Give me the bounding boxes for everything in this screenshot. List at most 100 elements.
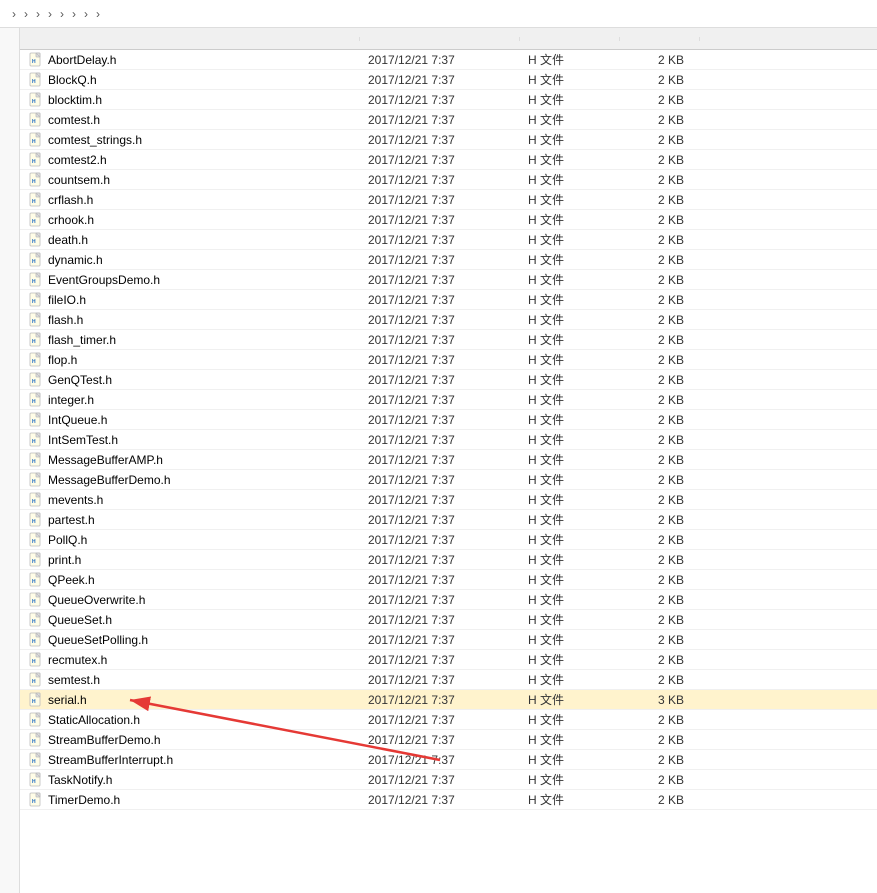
table-row[interactable]: H blocktim.h 2017/12/21 7:37 H 文件 2 KB <box>20 90 877 110</box>
h-file-icon: H <box>28 52 44 68</box>
cell-size: 2 KB <box>620 233 700 247</box>
table-row[interactable]: H countsem.h 2017/12/21 7:37 H 文件 2 KB <box>20 170 877 190</box>
table-row[interactable]: H dynamic.h 2017/12/21 7:37 H 文件 2 KB <box>20 250 877 270</box>
h-file-icon: H <box>28 492 44 508</box>
table-row[interactable]: H MessageBufferDemo.h 2017/12/21 7:37 H … <box>20 470 877 490</box>
cell-type: H 文件 <box>520 751 620 768</box>
cell-size: 2 KB <box>620 433 700 447</box>
svg-text:H: H <box>32 599 36 605</box>
side-icon-1[interactable] <box>6 88 14 174</box>
cell-size: 2 KB <box>620 593 700 607</box>
cell-name: H crhook.h <box>20 212 360 228</box>
file-name: partest.h <box>48 513 95 527</box>
cell-date: 2017/12/21 7:37 <box>360 793 520 807</box>
table-row[interactable]: H print.h 2017/12/21 7:37 H 文件 2 KB <box>20 550 877 570</box>
svg-text:H: H <box>32 499 36 505</box>
cell-name: H QPeek.h <box>20 572 360 588</box>
table-row[interactable]: H comtest.h 2017/12/21 7:37 H 文件 2 KB <box>20 110 877 130</box>
cell-type: H 文件 <box>520 211 620 228</box>
table-row[interactable]: H integer.h 2017/12/21 7:37 H 文件 2 KB <box>20 390 877 410</box>
cell-type: H 文件 <box>520 131 620 148</box>
table-row[interactable]: H fileIO.h 2017/12/21 7:37 H 文件 2 KB <box>20 290 877 310</box>
svg-text:H: H <box>32 379 36 385</box>
cell-type: H 文件 <box>520 771 620 788</box>
table-row[interactable]: H flop.h 2017/12/21 7:37 H 文件 2 KB <box>20 350 877 370</box>
cell-date: 2017/12/21 7:37 <box>360 693 520 707</box>
h-file-icon: H <box>28 752 44 768</box>
svg-text:H: H <box>32 139 36 145</box>
svg-text:H: H <box>32 619 36 625</box>
cell-type: H 文件 <box>520 111 620 128</box>
table-row[interactable]: H QueueOverwrite.h 2017/12/21 7:37 H 文件 … <box>20 590 877 610</box>
cell-type: H 文件 <box>520 611 620 628</box>
table-row[interactable]: H IntQueue.h 2017/12/21 7:37 H 文件 2 KB <box>20 410 877 430</box>
table-row[interactable]: H QueueSetPolling.h 2017/12/21 7:37 H 文件… <box>20 630 877 650</box>
cell-name: H QueueOverwrite.h <box>20 592 360 608</box>
file-name: StaticAllocation.h <box>48 713 140 727</box>
table-row[interactable]: H TaskNotify.h 2017/12/21 7:37 H 文件 2 KB <box>20 770 877 790</box>
table-row[interactable]: H StaticAllocation.h 2017/12/21 7:37 H 文… <box>20 710 877 730</box>
content-area: H AbortDelay.h 2017/12/21 7:37 H 文件 2 KB… <box>0 28 877 893</box>
table-row[interactable]: H flash_timer.h 2017/12/21 7:37 H 文件 2 K… <box>20 330 877 350</box>
file-name: recmutex.h <box>48 653 107 667</box>
file-name: AbortDelay.h <box>48 53 116 67</box>
cell-name: H StaticAllocation.h <box>20 712 360 728</box>
cell-date: 2017/12/21 7:37 <box>360 733 520 747</box>
table-row[interactable]: H flash.h 2017/12/21 7:37 H 文件 2 KB <box>20 310 877 330</box>
col-header-type[interactable] <box>520 37 620 41</box>
table-row[interactable]: H EventGroupsDemo.h 2017/12/21 7:37 H 文件… <box>20 270 877 290</box>
table-row[interactable]: H serial.h 2017/12/21 7:37 H 文件 3 KB <box>20 690 877 710</box>
cell-date: 2017/12/21 7:37 <box>360 213 520 227</box>
cell-name: H comtest_strings.h <box>20 132 360 148</box>
table-row[interactable]: H recmutex.h 2017/12/21 7:37 H 文件 2 KB <box>20 650 877 670</box>
table-row[interactable]: H QPeek.h 2017/12/21 7:37 H 文件 2 KB <box>20 570 877 590</box>
svg-text:H: H <box>32 439 36 445</box>
svg-text:H: H <box>32 479 36 485</box>
cell-name: H flop.h <box>20 352 360 368</box>
cell-date: 2017/12/21 7:37 <box>360 293 520 307</box>
table-row[interactable]: H BlockQ.h 2017/12/21 7:37 H 文件 2 KB <box>20 70 877 90</box>
table-row[interactable]: H MessageBufferAMP.h 2017/12/21 7:37 H 文… <box>20 450 877 470</box>
cell-type: H 文件 <box>520 331 620 348</box>
table-row[interactable]: H crflash.h 2017/12/21 7:37 H 文件 2 KB <box>20 190 877 210</box>
table-row[interactable]: H comtest_strings.h 2017/12/21 7:37 H 文件… <box>20 130 877 150</box>
addressbar[interactable]: › › › › › › › › <box>0 0 877 28</box>
col-header-date[interactable] <box>360 37 520 41</box>
h-file-icon: H <box>28 292 44 308</box>
file-name: death.h <box>48 233 88 247</box>
col-header-name[interactable] <box>20 37 360 41</box>
cell-date: 2017/12/21 7:37 <box>360 73 520 87</box>
table-row[interactable]: H comtest2.h 2017/12/21 7:37 H 文件 2 KB <box>20 150 877 170</box>
cell-size: 2 KB <box>620 633 700 647</box>
h-file-icon: H <box>28 392 44 408</box>
cell-type: H 文件 <box>520 71 620 88</box>
col-header-size[interactable] <box>620 37 700 41</box>
table-row[interactable]: H mevents.h 2017/12/21 7:37 H 文件 2 KB <box>20 490 877 510</box>
h-file-icon: H <box>28 272 44 288</box>
file-name: mevents.h <box>48 493 103 507</box>
table-row[interactable]: H AbortDelay.h 2017/12/21 7:37 H 文件 2 KB <box>20 50 877 70</box>
cell-name: H countsem.h <box>20 172 360 188</box>
table-row[interactable]: H TimerDemo.h 2017/12/21 7:37 H 文件 2 KB <box>20 790 877 810</box>
table-row[interactable]: H semtest.h 2017/12/21 7:37 H 文件 2 KB <box>20 670 877 690</box>
table-row[interactable]: H death.h 2017/12/21 7:37 H 文件 2 KB <box>20 230 877 250</box>
left-side-icons <box>0 28 20 893</box>
file-name: dynamic.h <box>48 253 103 267</box>
table-row[interactable]: H IntSemTest.h 2017/12/21 7:37 H 文件 2 KB <box>20 430 877 450</box>
table-row[interactable]: H PollQ.h 2017/12/21 7:37 H 文件 2 KB <box>20 530 877 550</box>
table-row[interactable]: H StreamBufferInterrupt.h 2017/12/21 7:3… <box>20 750 877 770</box>
svg-text:H: H <box>32 399 36 405</box>
cell-date: 2017/12/21 7:37 <box>360 633 520 647</box>
file-name: StreamBufferDemo.h <box>48 733 161 747</box>
cell-name: H IntQueue.h <box>20 412 360 428</box>
table-row[interactable]: H QueueSet.h 2017/12/21 7:37 H 文件 2 KB <box>20 610 877 630</box>
cell-size: 2 KB <box>620 613 700 627</box>
table-row[interactable]: H crhook.h 2017/12/21 7:37 H 文件 2 KB <box>20 210 877 230</box>
cell-type: H 文件 <box>520 431 620 448</box>
table-row[interactable]: H GenQTest.h 2017/12/21 7:37 H 文件 2 KB <box>20 370 877 390</box>
cell-date: 2017/12/21 7:37 <box>360 53 520 67</box>
cell-name: H comtest.h <box>20 112 360 128</box>
table-row[interactable]: H partest.h 2017/12/21 7:37 H 文件 2 KB <box>20 510 877 530</box>
cell-date: 2017/12/21 7:37 <box>360 273 520 287</box>
table-row[interactable]: H StreamBufferDemo.h 2017/12/21 7:37 H 文… <box>20 730 877 750</box>
